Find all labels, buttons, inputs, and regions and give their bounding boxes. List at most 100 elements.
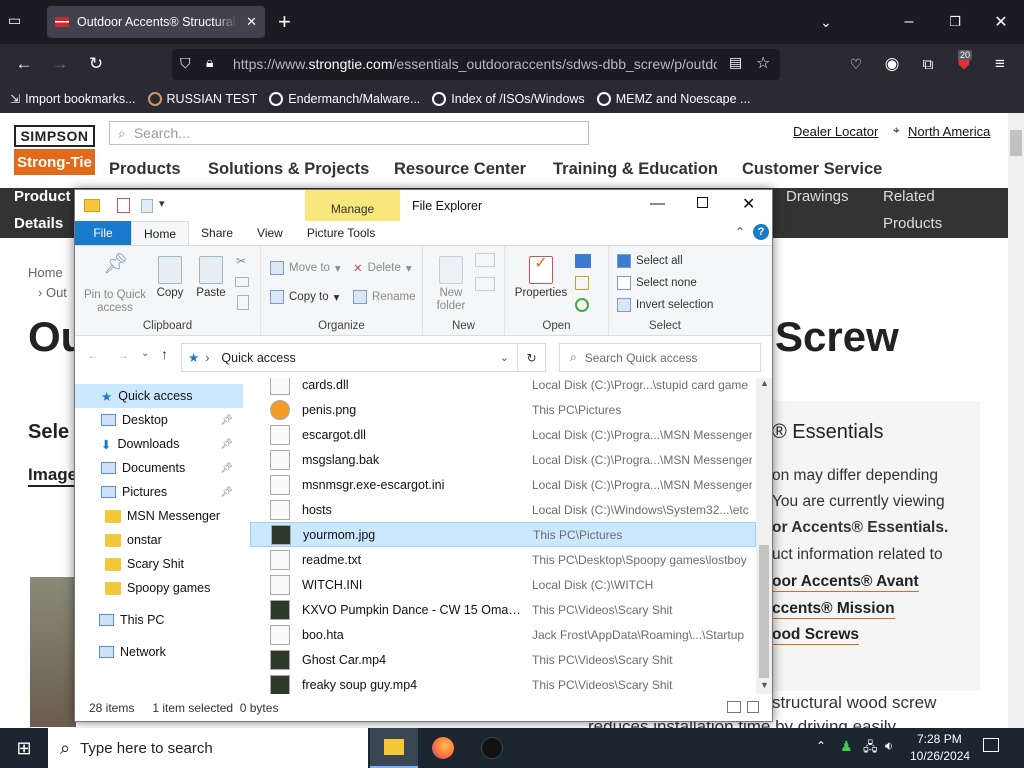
close-window-icon[interactable]: ✕ (978, 0, 1024, 44)
nav-item[interactable]: onstar (75, 528, 243, 552)
nav-item[interactable]: ⬇ Downloads 📌︎ (75, 432, 243, 456)
tab-view[interactable]: View (245, 221, 295, 245)
dealer-locator-link[interactable]: Dealer Locator (793, 124, 878, 139)
tab-product-details-1[interactable]: Product (14, 188, 71, 205)
paste-shortcut-icon[interactable] (237, 295, 249, 310)
new-item-icon[interactable] (475, 253, 495, 267)
site-search-input[interactable]: ⌕ Search... (109, 121, 589, 145)
tab-picture-tools[interactable]: Picture Tools (295, 221, 387, 245)
file-row[interactable]: penis.png This PC\Pictures (250, 397, 756, 422)
properties-button[interactable]: ✓ Properties (511, 256, 571, 300)
url-bar[interactable]: ⛉ 🔒︎ https://www.strongtie.com/essential… (172, 49, 780, 80)
tab-product-details-2[interactable]: Details (14, 215, 63, 232)
collapse-ribbon-icon[interactable]: ⌃ (735, 225, 745, 239)
select-none-button[interactable]: Select none (617, 276, 697, 290)
account-icon[interactable]: ◉ (877, 49, 907, 79)
list-all-tabs-icon[interactable]: ⌄ (803, 0, 849, 44)
show-hidden-icons[interactable]: ⌃ (816, 739, 826, 753)
nav-item[interactable]: This PC (75, 608, 243, 632)
reader-view-icon[interactable]: ▤ (729, 54, 742, 71)
select-all-button[interactable]: Select all (617, 254, 683, 268)
nav-item[interactable]: Spoopy games (75, 576, 243, 600)
pocket-icon[interactable]: ♡ (841, 49, 871, 79)
clock-time[interactable]: 7:28 PM (917, 732, 962, 746)
nav-solutions[interactable]: Solutions & Projects (208, 160, 369, 179)
explorer-search-input[interactable]: ⌕ Search Quick access (559, 343, 761, 372)
page-scrollbar[interactable] (1008, 113, 1024, 728)
nav-products[interactable]: Products (109, 160, 181, 179)
menu-icon[interactable]: ≡ (985, 49, 1015, 79)
address-bar[interactable]: ★ › Quick access ⌄ (181, 343, 518, 372)
nav-item[interactable]: Pictures 📌︎ (75, 480, 243, 504)
file-row[interactable]: msgslang.bak Local Disk (C:)\Progra...\MS… (250, 447, 756, 472)
file-row[interactable]: msnmsgr.exe-escargot.ini Local Disk (C:)\… (250, 472, 756, 497)
new-folder-quick-icon[interactable] (141, 199, 153, 213)
explorer-minimize-icon[interactable]: — (650, 195, 665, 212)
file-row[interactable]: freaky soup guy.mp4 This PC\Videos\Scary … (250, 672, 756, 694)
file-row[interactable]: KXVO Pumpkin Dance - CW 15 Omaha.... This… (250, 597, 756, 622)
bookmark-memz[interactable]: MEMZ and Noescape ... (596, 91, 750, 106)
nav-customer-service[interactable]: Customer Service (742, 160, 882, 179)
tab-drawings[interactable]: Drawings (786, 188, 849, 205)
page-scrollbar-thumb[interactable] (1010, 130, 1022, 156)
invert-selection-button[interactable]: Invert selection (617, 298, 713, 312)
reload-icon[interactable]: ↻ (81, 49, 111, 79)
tab-related-2[interactable]: Products (883, 215, 942, 232)
cut-icon[interactable]: ✂ (236, 254, 246, 268)
refresh-button[interactable]: ↻ (518, 343, 546, 372)
breadcrumb-home[interactable]: Home (28, 265, 63, 280)
history-icon[interactable] (575, 298, 589, 312)
nav-item[interactable]: Network (75, 640, 243, 664)
address-dropdown-icon[interactable]: ⌄ (500, 351, 509, 364)
back-arrow-icon[interactable]: ← (9, 49, 39, 79)
nav-training[interactable]: Training & Education (553, 160, 718, 179)
copy-path-icon[interactable] (235, 277, 249, 287)
details-view-icon[interactable] (727, 701, 741, 713)
easy-access-icon[interactable] (475, 277, 495, 291)
taskbar-app[interactable] (468, 728, 516, 768)
region-link[interactable]: North America (908, 124, 990, 139)
volume-icon[interactable]: 🔉︎ (885, 738, 893, 754)
clock-date[interactable]: 10/26/2024 (910, 749, 970, 763)
file-list-scrollbar-thumb[interactable] (759, 545, 769, 678)
nav-resource-center[interactable]: Resource Center (394, 160, 526, 179)
explorer-title-bar[interactable]: ▾ Manage File Explorer — ✕ (75, 190, 772, 221)
file-row[interactable]: cards.dll Local Disk (C:)\Progr...\stupid… (250, 378, 756, 397)
link-mission[interactable]: ccents® Mission (772, 600, 895, 619)
up-icon[interactable]: ↑ (161, 346, 168, 362)
url-text[interactable]: https://www.strongtie.com/essentials_out… (233, 56, 717, 72)
rename-button[interactable]: Rename (353, 290, 415, 304)
bookmark-star-icon[interactable]: ☆ (756, 53, 770, 73)
link-wood-screws[interactable]: ood Screws (772, 626, 859, 645)
tab-file[interactable]: File (75, 221, 131, 245)
tab-share[interactable]: Share (189, 221, 245, 245)
file-row[interactable]: readme.txt This PC\Desktop\Spoopy games\l… (250, 547, 756, 572)
bookmark-endermanch[interactable]: Endermanch/Malware... (269, 91, 420, 106)
browser-tab[interactable]: Outdoor Accents® Structural W ✕ (47, 6, 265, 38)
forward-arrow-icon[interactable]: → (45, 49, 75, 79)
pin-to-quick-access-button[interactable]: 📌︎ Pin to Quick access (80, 254, 150, 315)
extensions-icon[interactable]: ⧉ (913, 49, 943, 79)
close-tab-icon[interactable]: ✕ (246, 14, 257, 30)
lock-icon[interactable]: 🔒︎ (206, 54, 213, 71)
file-row[interactable]: yourmom.jpg This PC\Pictures (250, 522, 756, 547)
bookmark-russian-test[interactable]: RUSSIAN TEST (147, 91, 257, 106)
taskbar-search[interactable]: ⌕ Type here to search (48, 728, 368, 768)
file-row[interactable]: Ghost Car.mp4 This PC\Videos\Scary Shit (250, 647, 756, 672)
properties-quick-icon[interactable] (117, 198, 130, 213)
file-row[interactable]: hosts Local Disk (C:)\Windows\System32...… (250, 497, 756, 522)
taskbar-file-explorer[interactable] (370, 728, 418, 768)
scroll-down-icon[interactable]: ▼ (760, 680, 769, 690)
logo-simpson[interactable]: SIMPSON (14, 125, 95, 147)
open-icon[interactable] (575, 254, 591, 268)
forward-icon[interactable]: → (117, 348, 129, 362)
copy-button[interactable]: Copy (153, 256, 187, 300)
move-to-button[interactable]: Move to ▾ (270, 261, 341, 275)
customize-toolbar-icon[interactable]: ▾ (159, 197, 165, 210)
nav-item[interactable]: MSN Messenger (75, 504, 243, 528)
nav-item[interactable]: ★ Quick access (75, 384, 243, 408)
file-row[interactable]: boo.hta Jack Frost\AppData\Roaming\...\St… (250, 622, 756, 647)
scroll-up-icon[interactable]: ▲ (760, 378, 769, 388)
help-icon[interactable]: ? (753, 224, 769, 240)
restore-icon[interactable]: ❐ (932, 0, 978, 44)
